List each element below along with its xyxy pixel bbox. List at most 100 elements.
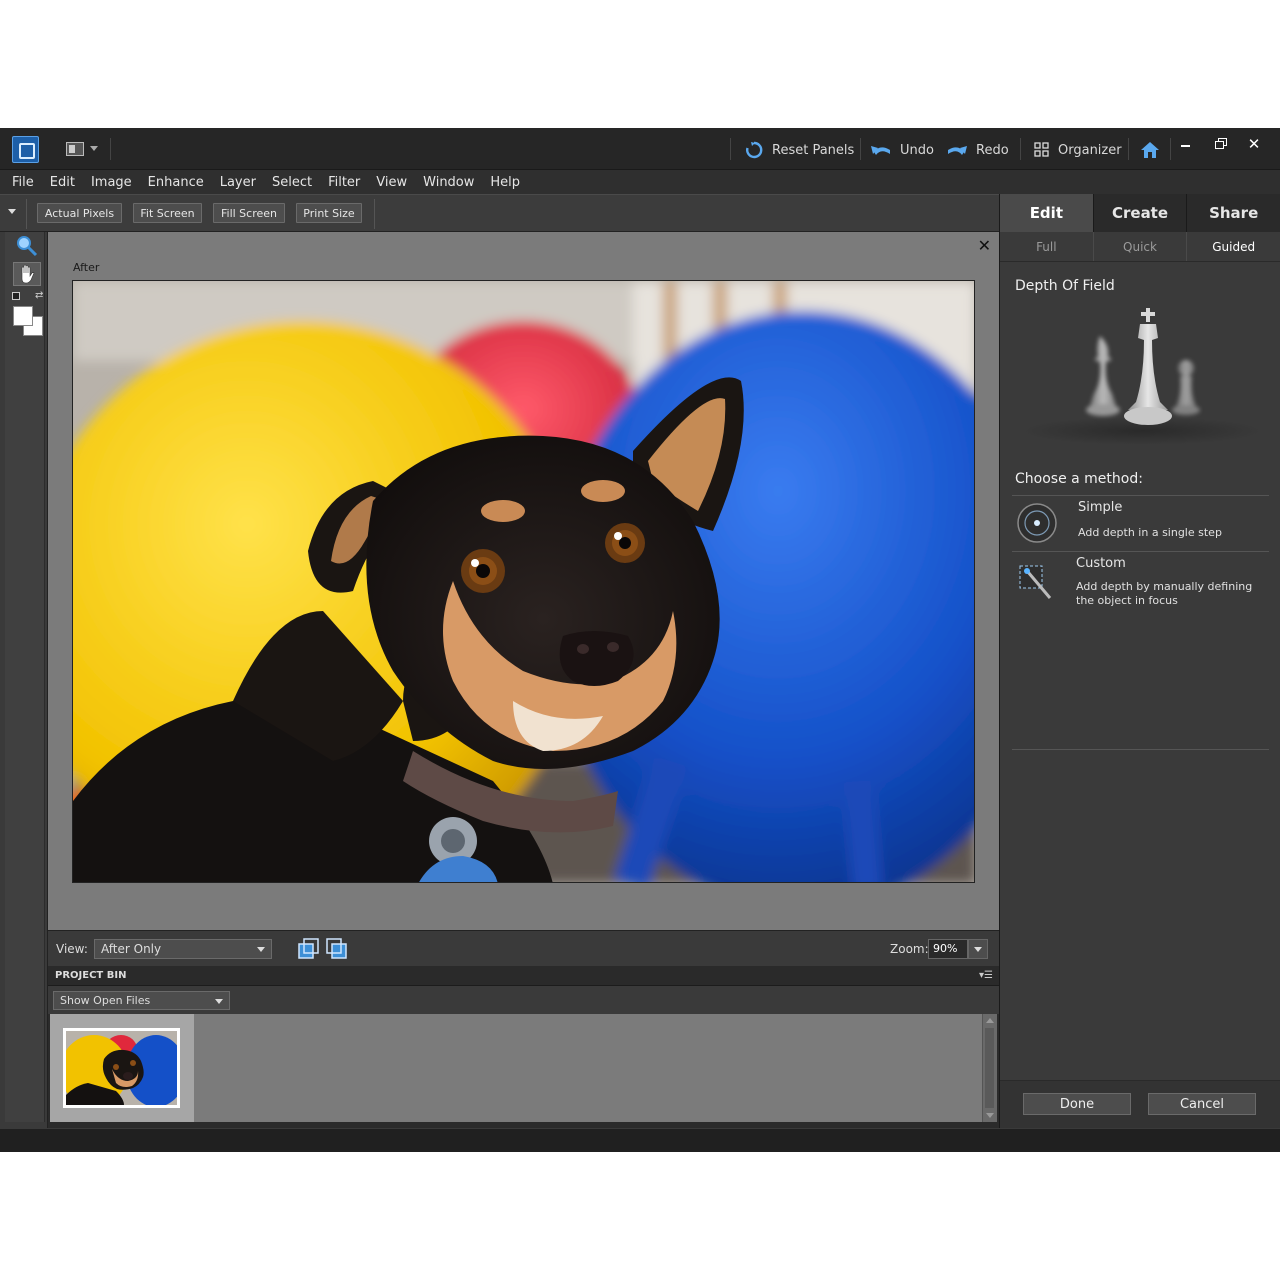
separator <box>110 138 111 160</box>
reset-panels-button[interactable]: Reset Panels <box>744 138 854 162</box>
default-colors-icon[interactable] <box>12 292 20 300</box>
app-logo-icon <box>12 136 39 163</box>
menu-edit[interactable]: Edit <box>50 175 75 190</box>
hand-tool[interactable] <box>13 262 41 286</box>
bin-menu-icon[interactable]: ▾☰ <box>979 970 993 981</box>
scroll-down-icon[interactable] <box>986 1113 994 1118</box>
scroll-up-icon[interactable] <box>986 1018 994 1023</box>
layout-grid-icon <box>66 142 84 156</box>
menu-image[interactable]: Image <box>91 175 132 190</box>
separator <box>860 138 861 160</box>
hand-icon <box>21 264 35 284</box>
menu-help[interactable]: Help <box>490 175 520 190</box>
separator <box>1128 138 1129 160</box>
tool-options-bar: Actual Pixels Fit Screen Fill Screen Pri… <box>0 194 999 232</box>
subtab-guided[interactable]: Guided <box>1187 232 1280 261</box>
menu-filter[interactable]: Filter <box>328 175 360 190</box>
zoom-label: Zoom: <box>890 942 929 956</box>
magnifier-icon <box>17 236 38 257</box>
menu-layer[interactable]: Layer <box>220 175 256 190</box>
separator <box>730 138 731 160</box>
view-bar: View: After Only Zoom: 90% <box>48 930 999 966</box>
swap-before-after-icon[interactable] <box>298 938 320 960</box>
menu-bar: File Edit Image Enhance Layer Select Fil… <box>0 170 1280 194</box>
bin-filter-dropdown[interactable]: Show Open Files <box>53 991 230 1010</box>
options-menu-arrow-icon[interactable] <box>8 209 16 214</box>
zoom-tool[interactable] <box>13 234 41 258</box>
window-controls: ✕ <box>1178 136 1262 152</box>
panel-footer: Done Cancel <box>1000 1080 1280 1128</box>
reset-icon <box>746 141 763 159</box>
view-mode-dropdown[interactable]: After Only <box>94 939 272 959</box>
undo-button[interactable]: Undo <box>870 138 934 162</box>
fill-screen-button[interactable]: Fill Screen <box>213 203 285 223</box>
project-bin-content <box>50 1014 982 1122</box>
subtab-full[interactable]: Full <box>1000 232 1094 261</box>
title-bar: Reset Panels Undo Redo Organizer ✕ <box>0 128 1280 170</box>
choose-method-heading: Choose a method: <box>1015 471 1143 487</box>
tab-edit[interactable]: Edit <box>1000 194 1094 232</box>
cancel-button[interactable]: Cancel <box>1148 1093 1256 1115</box>
project-bin-header: PROJECT BIN ▾☰ <box>48 966 999 986</box>
fit-screen-button[interactable]: Fit Screen <box>133 203 202 223</box>
organizer-label: Organizer <box>1058 142 1122 158</box>
thumbnail-selected[interactable] <box>50 1014 194 1122</box>
match-zoom-icon[interactable] <box>326 938 348 960</box>
redo-button[interactable]: Redo <box>946 138 1009 162</box>
scroll-track[interactable] <box>985 1028 994 1108</box>
separator <box>1012 749 1269 750</box>
chevron-down-icon <box>215 999 223 1004</box>
dog-photo-image <box>73 281 974 882</box>
photo-dog-with-balls[interactable] <box>72 280 975 883</box>
done-button[interactable]: Done <box>1023 1093 1131 1115</box>
menu-select[interactable]: Select <box>272 175 312 190</box>
after-label: After <box>73 261 100 274</box>
subtab-quick[interactable]: Quick <box>1094 232 1188 261</box>
menu-file[interactable]: File <box>12 175 34 190</box>
home-icon <box>1141 142 1159 158</box>
restore-icon[interactable] <box>1212 136 1228 152</box>
project-bin-toolbar: Show Open Files <box>48 986 999 1014</box>
minimize-icon[interactable] <box>1178 136 1194 152</box>
method-custom-description: Add depth by manually defining the objec… <box>1076 580 1253 607</box>
organizer-button[interactable]: Organizer <box>1034 138 1122 162</box>
undo-icon <box>871 146 890 155</box>
close-window-icon[interactable]: ✕ <box>1246 136 1262 152</box>
method-custom-name: Custom <box>1076 556 1126 571</box>
custom-brush-icon <box>1016 562 1058 604</box>
method-simple-description: Add depth in a single step <box>1078 526 1222 539</box>
organizer-grid-icon <box>1034 142 1049 157</box>
bin-filter-value: Show Open Files <box>60 994 151 1007</box>
thumbnail-image[interactable] <box>60 1028 186 1108</box>
tab-share[interactable]: Share <box>1187 194 1280 232</box>
close-document-icon[interactable]: ✕ <box>978 236 991 255</box>
toolbox: ⇄ <box>0 232 48 1128</box>
method-simple[interactable]: Simple Add depth in a single step <box>1012 495 1269 551</box>
zoom-dropdown-button[interactable] <box>968 939 988 959</box>
panel-title: Depth Of Field <box>1015 278 1115 294</box>
separator <box>26 199 27 229</box>
redo-icon <box>948 146 967 155</box>
chess-pieces-illustration <box>1012 306 1270 446</box>
foreground-color-swatch[interactable] <box>13 306 33 326</box>
menu-window[interactable]: Window <box>423 175 474 190</box>
thumbnail-photo <box>60 1031 186 1107</box>
print-size-button[interactable]: Print Size <box>296 203 362 223</box>
panel-tabs: Edit Create Share <box>1000 194 1280 232</box>
method-simple-name: Simple <box>1078 500 1123 515</box>
view-label: View: <box>56 942 88 956</box>
menu-enhance[interactable]: Enhance <box>148 175 204 190</box>
layout-switcher-button[interactable] <box>66 142 100 158</box>
toolbox-panel: ⇄ <box>5 232 45 1122</box>
bin-scrollbar[interactable] <box>982 1014 997 1122</box>
actual-pixels-button[interactable]: Actual Pixels <box>37 203 122 223</box>
reset-panels-label: Reset Panels <box>772 142 855 158</box>
swap-colors-icon[interactable]: ⇄ <box>35 290 43 301</box>
simple-target-icon <box>1016 502 1058 544</box>
menu-view[interactable]: View <box>376 175 407 190</box>
view-mode-value: After Only <box>101 942 162 956</box>
zoom-input[interactable]: 90% <box>928 939 968 959</box>
method-custom[interactable]: Custom Add depth by manually defining th… <box>1012 551 1269 621</box>
home-button[interactable] <box>1140 138 1160 162</box>
tab-create[interactable]: Create <box>1093 194 1188 232</box>
